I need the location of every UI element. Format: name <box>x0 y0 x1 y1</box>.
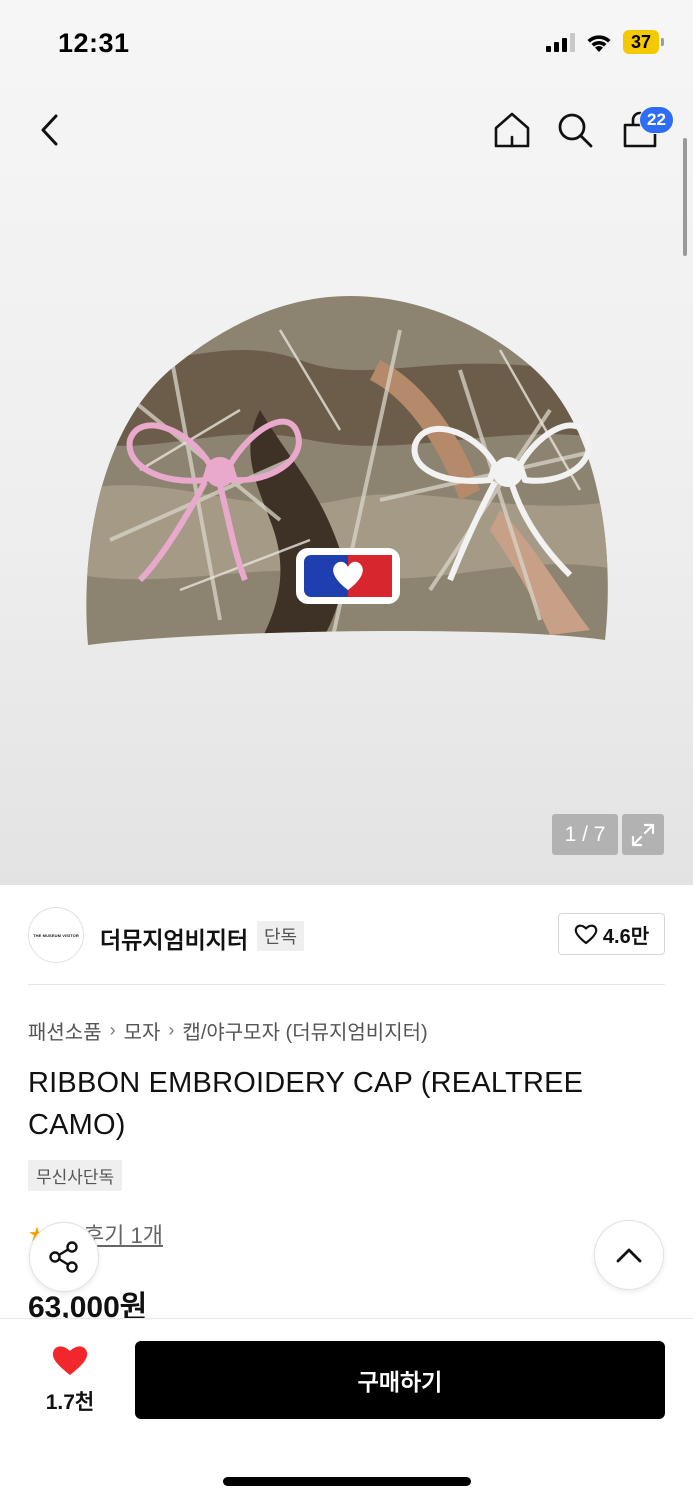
product-title: RIBBON EMBROIDERY CAP (REALTREE CAMO) <box>28 1067 584 1141</box>
brand-like-count: 4.6만 <box>602 925 650 948</box>
product-like-button[interactable]: 1.7천 <box>30 1343 110 1414</box>
breadcrumb: 패션소품 › 모자 › 캡/야구모자 (더뮤지엄비지터) <box>28 1016 428 1045</box>
back-button[interactable] <box>22 100 78 160</box>
top-navigation: 22 <box>0 100 693 160</box>
expand-image-button[interactable] <box>622 814 664 855</box>
scroll-to-top-button[interactable] <box>594 1220 664 1290</box>
breadcrumb-item[interactable]: 패션소품 <box>28 1016 102 1045</box>
brand-logo[interactable]: THE MUSEUM VISITOR <box>28 907 84 963</box>
status-indicators: 37 <box>545 30 665 54</box>
heart-logo-patch <box>296 548 400 604</box>
cellular-signal-icon <box>545 32 575 52</box>
product-image-cap <box>86 296 608 645</box>
chevron-right-icon: › <box>109 1020 116 1040</box>
product-like-count: 1.7천 <box>45 1391 95 1414</box>
heart-filled-icon <box>52 1346 88 1375</box>
divider <box>28 984 665 985</box>
home-icon <box>494 112 530 148</box>
chevron-right-icon: › <box>168 1020 175 1040</box>
cart-count-badge: 22 <box>639 106 674 134</box>
buy-button[interactable]: 구매하기 <box>135 1341 665 1419</box>
musinsa-exclusive-badge: 무신사단독 <box>28 1160 123 1191</box>
home-button[interactable] <box>484 100 540 160</box>
cart-button[interactable]: 22 <box>612 100 674 160</box>
brand-like-button[interactable]: 4.6만 <box>558 913 665 955</box>
brand-row: THE MUSEUM VISITOR 더뮤지엄비지터 단독 4.6만 <box>28 905 665 963</box>
wifi-icon <box>587 35 611 52</box>
status-time: 12:31 <box>58 28 130 58</box>
search-icon <box>558 113 593 148</box>
brand-exclusive-tag: 단독 <box>257 921 305 951</box>
expand-icon <box>631 823 655 846</box>
image-pager: 1 / 7 <box>552 814 618 855</box>
chevron-left-icon <box>41 114 58 146</box>
brand-name[interactable]: 더뮤지엄비지터 <box>100 921 248 955</box>
home-indicator <box>223 1477 471 1486</box>
share-button[interactable] <box>29 1222 99 1292</box>
heart-outline-icon <box>574 924 598 945</box>
breadcrumb-item[interactable]: 모자 <box>124 1016 161 1045</box>
search-button[interactable] <box>547 100 603 160</box>
bottom-action-bar: 1.7천 구매하기 <box>0 1318 693 1500</box>
share-icon <box>49 1241 78 1273</box>
status-bar: 12:31 37 <box>0 0 693 90</box>
breadcrumb-item[interactable]: 캡/야구모자 (더뮤지엄비지터) <box>182 1016 427 1045</box>
product-image-gallery[interactable]: 12:31 37 22 1 / 7 <box>0 0 693 885</box>
battery-indicator: 37 <box>622 30 665 54</box>
chevron-up-icon <box>616 1248 642 1263</box>
